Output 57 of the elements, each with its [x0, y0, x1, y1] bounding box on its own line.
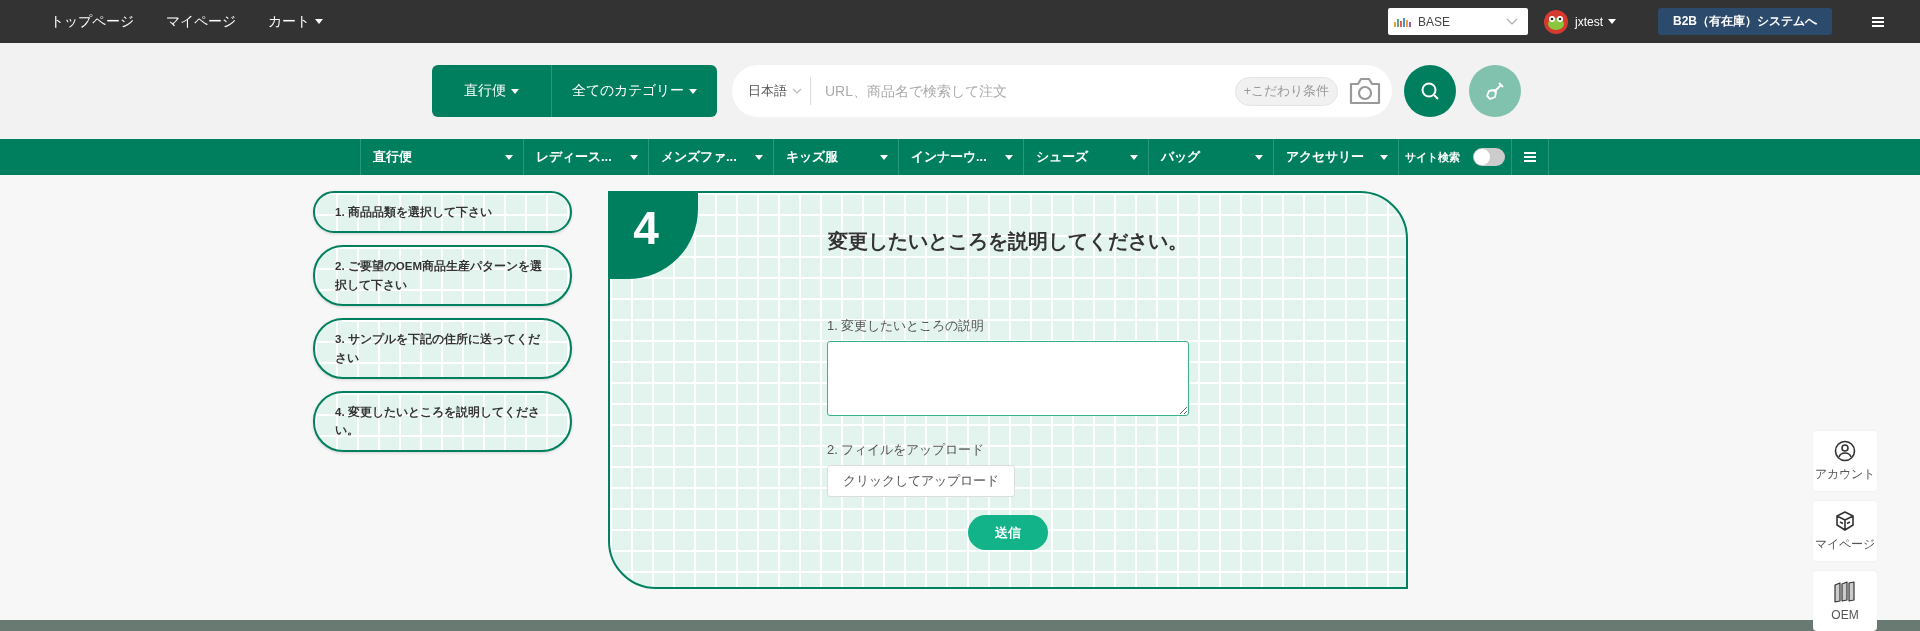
caret-icon — [505, 154, 513, 160]
panels-icon — [1833, 580, 1857, 604]
category-menu-item[interactable]: メンズファ... — [648, 139, 773, 175]
step-item[interactable]: 2. ご要望のOEM商品生産パターンを選択して下さい — [313, 245, 572, 307]
caret-icon — [755, 154, 763, 160]
language-select[interactable]: 日本語 — [748, 77, 811, 105]
upload-button[interactable]: クリックしてアップロード — [827, 465, 1015, 497]
side-button[interactable]: OEM — [1813, 571, 1877, 631]
shovel-icon — [1484, 80, 1506, 102]
step-number-badge: 4 — [608, 191, 698, 279]
category-menu-item[interactable]: アクセサリー — [1273, 139, 1398, 175]
field-label: 1. 変更したいところの説明 — [827, 317, 985, 335]
step-item[interactable]: 4. 変更したいところを説明してください。 — [313, 390, 572, 452]
store-select[interactable]: BASE — [1387, 8, 1528, 35]
step-item[interactable]: 1. 商品品類を選択して下さい — [313, 191, 572, 234]
menu-icon[interactable] — [1872, 16, 1884, 27]
chevron-icon — [1505, 17, 1518, 26]
caret-icon — [1380, 154, 1388, 160]
panel-title: 変更したいところを説明してください。 — [828, 229, 1188, 254]
side-button[interactable]: アカウント — [1813, 431, 1877, 491]
site-search-toggle[interactable] — [1473, 148, 1505, 166]
account-icon — [1834, 439, 1856, 462]
chevron-icon — [792, 88, 802, 94]
side-button[interactable]: マイページ — [1813, 501, 1877, 561]
caret-icon — [1255, 154, 1263, 160]
user-menu[interactable]: jxtest — [1574, 14, 1616, 29]
category-dropdown[interactable]: 全てのカテゴリー — [552, 65, 717, 117]
shipping-dropdown[interactable]: 直行便 — [432, 65, 552, 117]
category-menu-item[interactable]: シューズ — [1023, 139, 1148, 175]
step-item[interactable]: 3. サンプルを下記の住所に送ってください — [313, 318, 572, 379]
category-menu-item[interactable]: バッグ — [1148, 139, 1273, 175]
category-menu-item[interactable]: キッズ服 — [773, 139, 898, 175]
caret-icon — [630, 154, 638, 160]
category-menu-item[interactable]: インナーウ... — [898, 139, 1023, 175]
caret-icon — [1005, 154, 1013, 160]
camera-icon[interactable] — [1348, 77, 1382, 105]
box-icon — [1834, 509, 1856, 532]
field-label: 2. フィイルをアップロード — [827, 441, 985, 459]
category-menu-item[interactable]: レディース... — [523, 139, 648, 175]
caret-icon — [315, 19, 323, 24]
logo-icon — [1393, 16, 1412, 27]
search-button[interactable] — [1404, 65, 1456, 117]
caret-icon — [1130, 154, 1138, 160]
caret-icon — [1608, 19, 1616, 24]
description-textarea[interactable] — [827, 341, 1189, 416]
nav-link[interactable]: カート — [268, 12, 323, 31]
caret-icon — [689, 88, 697, 94]
nav-link[interactable]: マイページ — [166, 12, 236, 31]
caret-icon — [880, 154, 888, 160]
caret-icon — [511, 88, 519, 94]
nav-link[interactable]: トップページ — [50, 12, 134, 31]
avatar-icon — [1543, 9, 1568, 34]
site-search-label: サイト検索 — [1405, 149, 1460, 165]
search-input[interactable]: URL、商品名で検索して注文 — [811, 83, 1235, 99]
category-menu-item[interactable]: 直行便 — [360, 139, 523, 175]
b2b-system-button[interactable]: B2B（有在庫）システムへ — [1658, 8, 1832, 35]
search-icon — [1420, 81, 1440, 101]
